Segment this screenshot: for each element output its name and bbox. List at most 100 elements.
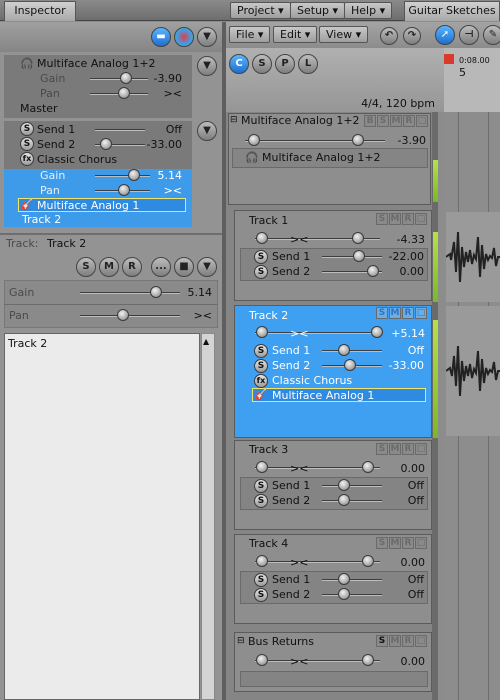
inspector-output-pan-knob[interactable]	[118, 87, 130, 99]
track4-send1-knob[interactable]	[338, 573, 350, 585]
pencil-tool-button[interactable]: ✎	[483, 25, 500, 45]
master-pan-knob[interactable]	[248, 134, 260, 146]
master-mute-button[interactable]: M	[390, 115, 402, 127]
track-color-button[interactable]: ■	[174, 257, 194, 277]
track2-send2-name[interactable]: Send 2	[272, 359, 310, 372]
track1-send1-knob[interactable]	[353, 250, 365, 262]
inspector-selected-gain-slider[interactable]	[95, 175, 150, 177]
track4-gain-knob[interactable]	[362, 555, 374, 567]
track3-send1-knob[interactable]	[338, 479, 350, 491]
track4-send2-slider[interactable]	[322, 594, 382, 596]
track2-gain-knob[interactable]	[371, 326, 383, 338]
track4-monitor-button[interactable]: □	[415, 537, 427, 549]
track1-send2-name[interactable]: Send 2	[272, 265, 310, 278]
track1-send1-name[interactable]: Send 1	[272, 250, 310, 263]
menu-setup[interactable]: Setup ▾	[290, 2, 346, 19]
inspector-selected-pan-knob[interactable]	[118, 184, 130, 196]
inspector-output-menu-button[interactable]: ▼	[197, 56, 217, 76]
tab-song[interactable]: Guitar Sketches	[404, 1, 500, 21]
track4-solo-button[interactable]: S	[376, 537, 388, 549]
inspector-inserts-menu-button[interactable]: ▼	[197, 121, 217, 141]
inspector-menu-button[interactable]: ▼	[197, 27, 217, 47]
track2-send1-name[interactable]: Send 1	[272, 344, 310, 357]
track3-send2-knob[interactable]	[338, 494, 350, 506]
l-button[interactable]: L	[298, 54, 318, 74]
inspector-send1-name[interactable]: Send 1	[37, 123, 75, 136]
track1-gain-knob[interactable]	[352, 232, 364, 244]
inspector-pan-knob[interactable]	[117, 309, 129, 321]
bus-gain-knob[interactable]	[362, 654, 374, 666]
track4-pan-knob[interactable]	[256, 555, 268, 567]
track2-send1-knob[interactable]	[338, 344, 350, 356]
inspector-color-button[interactable]	[174, 27, 194, 47]
inspector-fx-name[interactable]: Classic Chorus	[37, 153, 117, 166]
inspector-selected-gain-knob[interactable]	[128, 169, 140, 181]
tab-inspector[interactable]: Inspector	[4, 1, 76, 21]
menu-file[interactable]: File ▾	[229, 26, 271, 43]
track1-send1-slider[interactable]	[322, 256, 382, 258]
track4-send1-slider[interactable]	[322, 579, 382, 581]
track1-send2-knob[interactable]	[367, 265, 379, 277]
inspector-output-gain-knob[interactable]	[120, 72, 132, 84]
inspector-gain-slider[interactable]	[80, 292, 180, 294]
collapse-icon[interactable]: ⊟	[237, 635, 245, 648]
track2-solo-button[interactable]: S	[376, 307, 388, 319]
track2-mute-button[interactable]: M	[389, 307, 401, 319]
track3-send1-slider[interactable]	[322, 485, 382, 487]
more-button[interactable]: ...	[151, 257, 171, 277]
inspector-notes-scrollbar[interactable]	[201, 333, 215, 700]
track1-record-button[interactable]: R	[402, 213, 414, 225]
bus-record-button[interactable]: R	[402, 635, 414, 647]
track3-mute-button[interactable]: M	[389, 443, 401, 455]
track1-mute-button[interactable]: M	[389, 213, 401, 225]
track2-send2-knob[interactable]	[344, 359, 356, 371]
track1-monitor-button[interactable]: □	[415, 213, 427, 225]
track2-send1-slider[interactable]	[322, 350, 382, 352]
bus-mute-button[interactable]: M	[389, 635, 401, 647]
inspector-pan-slider[interactable]	[80, 315, 180, 317]
menu-view[interactable]: View ▾	[319, 26, 369, 43]
inspector-send2-name[interactable]: Send 2	[37, 138, 75, 151]
track4-send2-name[interactable]: Send 2	[272, 588, 310, 601]
inspector-gain-knob[interactable]	[150, 286, 162, 298]
track2-fx-name[interactable]: Classic Chorus	[272, 374, 352, 387]
bounce-button[interactable]: B	[364, 115, 376, 127]
track2-monitor-button[interactable]: □	[415, 307, 427, 319]
track4-mute-button[interactable]: M	[389, 537, 401, 549]
scroll-up-icon[interactable]: ▲	[203, 335, 209, 348]
bus-solo-button[interactable]: S	[376, 635, 388, 647]
track2-waveform[interactable]	[446, 306, 500, 436]
inspector-output-gain-slider[interactable]	[90, 78, 148, 80]
track-menu-button[interactable]: ▼	[197, 257, 217, 277]
track3-pan-knob[interactable]	[256, 461, 268, 473]
track4-record-button[interactable]: R	[402, 537, 414, 549]
bus-pan-knob[interactable]	[256, 654, 268, 666]
track4-send1-name[interactable]: Send 1	[272, 573, 310, 586]
menu-help[interactable]: Help ▾	[344, 2, 393, 19]
mute-button[interactable]: M	[99, 257, 119, 277]
track3-send2-name[interactable]: Send 2	[272, 494, 310, 507]
track3-solo-button[interactable]: S	[376, 443, 388, 455]
track2-record-button[interactable]: R	[402, 307, 414, 319]
track1-solo-button[interactable]: S	[376, 213, 388, 225]
record-button[interactable]: R	[122, 257, 142, 277]
c-button[interactable]: C	[229, 54, 249, 74]
track3-monitor-button[interactable]: □	[415, 443, 427, 455]
track1-pan-knob[interactable]	[256, 232, 268, 244]
master-solo-button[interactable]: S	[377, 115, 389, 127]
collapse-icon[interactable]: ⊟	[230, 114, 238, 127]
inspector-send1-slider[interactable]	[95, 129, 145, 131]
menu-edit[interactable]: Edit ▾	[273, 26, 318, 43]
inspector-send2-knob[interactable]	[100, 138, 112, 150]
inspector-folder-button[interactable]: ▬	[151, 27, 171, 47]
undo-button[interactable]: ↶	[380, 27, 398, 45]
track3-send1-name[interactable]: Send 1	[272, 479, 310, 492]
master-gain-slider[interactable]	[245, 140, 385, 142]
p-button[interactable]: P	[275, 54, 295, 74]
track1-waveform[interactable]	[446, 212, 500, 302]
solo-button[interactable]: S	[76, 257, 96, 277]
master-record-button[interactable]: R	[403, 115, 415, 127]
inspector-notes-field[interactable]	[4, 333, 200, 700]
track3-gain-knob[interactable]	[362, 461, 374, 473]
s-button[interactable]: S	[252, 54, 272, 74]
